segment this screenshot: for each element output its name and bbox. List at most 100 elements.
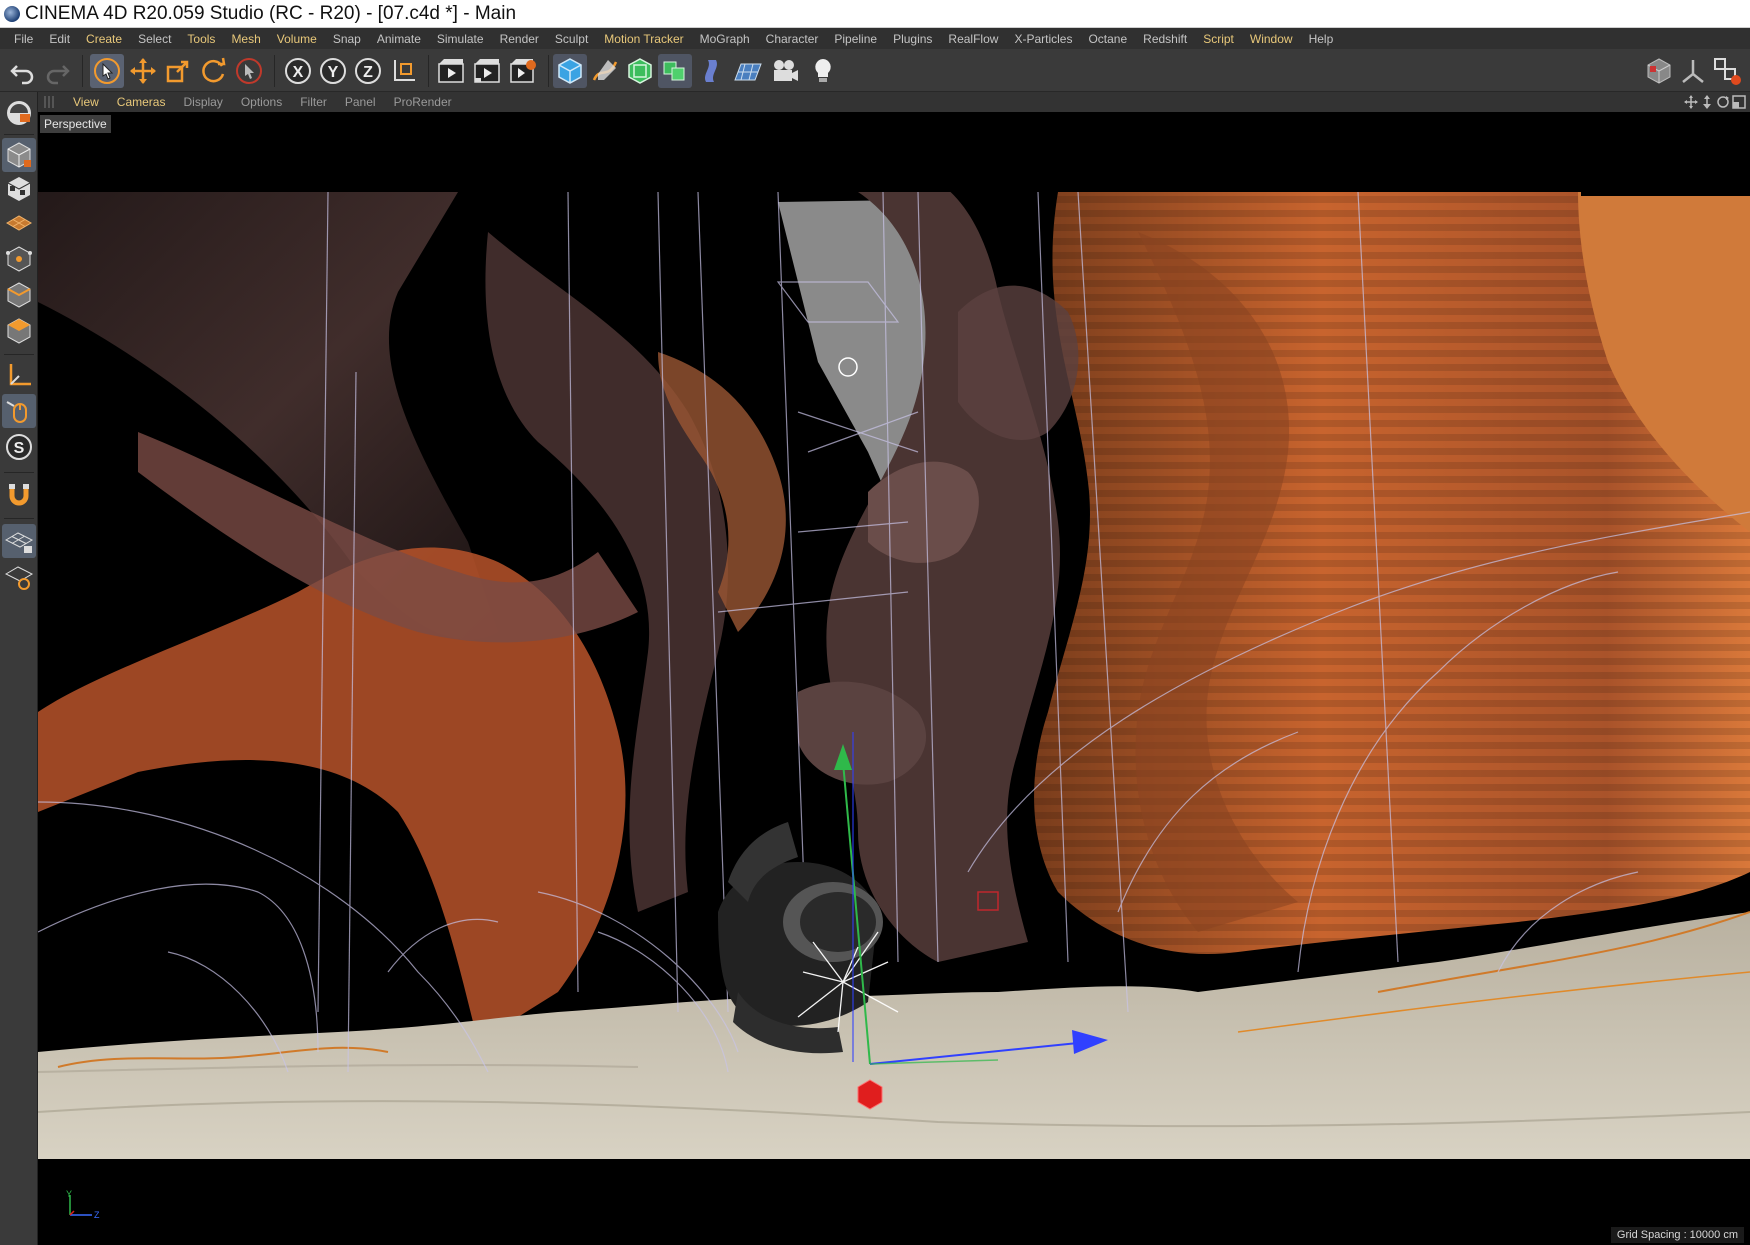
camera-label[interactable]: Perspective <box>40 115 111 133</box>
zoom-control[interactable] <box>1700 95 1714 109</box>
z-axis-lock-button[interactable]: Z <box>351 54 385 88</box>
move-icon <box>130 58 156 84</box>
texture-mode-button[interactable] <box>2 172 36 206</box>
menu-script[interactable]: Script <box>1195 32 1242 46</box>
polygons-mode-icon <box>7 318 31 344</box>
viewport-menu-cameras[interactable]: Cameras <box>108 95 175 109</box>
workplane-mode-icon <box>6 215 32 231</box>
maximize-control[interactable] <box>1732 95 1746 109</box>
polygons-mode-button[interactable] <box>2 314 36 348</box>
coordinate-system-button[interactable] <box>387 54 421 88</box>
menu-volume[interactable]: Volume <box>269 32 325 46</box>
menu-mograph[interactable]: MoGraph <box>692 32 758 46</box>
menu-plugins[interactable]: Plugins <box>885 32 940 46</box>
menu-select[interactable]: Select <box>130 32 179 46</box>
zoom-icon <box>1703 95 1711 109</box>
redo-button[interactable] <box>40 54 74 88</box>
svg-text:Z: Z <box>363 64 373 81</box>
enable-axis-button[interactable] <box>2 358 36 392</box>
tweak-mode-icon <box>6 401 27 423</box>
points-mode-button[interactable] <box>2 242 36 276</box>
edit-render-settings-button[interactable] <box>506 54 540 88</box>
pen-spline-button[interactable] <box>588 54 622 88</box>
menu-x-particles[interactable]: X-Particles <box>1006 32 1080 46</box>
grid-spacing-readout: Grid Spacing : 10000 cm <box>1610 1227 1744 1243</box>
tweak-mode-button[interactable] <box>2 394 36 428</box>
workplane-lock-button[interactable] <box>2 524 36 558</box>
menu-motion-tracker[interactable]: Motion Tracker <box>596 32 691 46</box>
workplane-align-icon <box>4 566 34 590</box>
move-button[interactable] <box>126 54 160 88</box>
snapping-button[interactable] <box>2 478 36 512</box>
viewport-menu-prorender[interactable]: ProRender <box>385 95 461 109</box>
scene-render[interactable] <box>38 112 1750 1245</box>
solo-mode-icon: S <box>6 434 32 460</box>
camera-icon <box>774 60 798 81</box>
menu-window[interactable]: Window <box>1242 32 1301 46</box>
live-selection-button[interactable] <box>90 54 124 88</box>
menu-character[interactable]: Character <box>758 32 827 46</box>
viewport-menu-view[interactable]: View <box>64 95 108 109</box>
letterbox-bottom <box>38 1159 1750 1245</box>
menu-snap[interactable]: Snap <box>325 32 369 46</box>
floor-button[interactable] <box>731 54 765 88</box>
viewport-grip-icon[interactable] <box>44 96 56 108</box>
viewport-menu-filter[interactable]: Filter <box>291 95 336 109</box>
orbit-icon <box>1717 96 1729 108</box>
menu-tools[interactable]: Tools <box>179 32 223 46</box>
pan-control[interactable] <box>1684 95 1698 109</box>
model-mode-button[interactable] <box>2 138 36 172</box>
menu-file[interactable]: File <box>6 32 41 46</box>
viewport-menu-display[interactable]: Display <box>174 95 231 109</box>
array-button[interactable] <box>658 54 692 88</box>
orbit-control[interactable] <box>1716 95 1730 109</box>
menu-pipeline[interactable]: Pipeline <box>826 32 885 46</box>
viewport-menu-panel[interactable]: Panel <box>336 95 385 109</box>
recent-tool-icon <box>236 58 262 84</box>
menu-octane[interactable]: Octane <box>1080 32 1135 46</box>
render-picture-viewer-button[interactable] <box>470 54 504 88</box>
make-editable-button[interactable] <box>2 96 36 130</box>
menu-animate[interactable]: Animate <box>369 32 429 46</box>
menu-edit[interactable]: Edit <box>41 32 78 46</box>
menu-redshift[interactable]: Redshift <box>1135 32 1195 46</box>
y-axis-lock-button[interactable]: Y <box>316 54 350 88</box>
workplane-align-button[interactable] <box>2 560 36 594</box>
menu-help[interactable]: Help <box>1301 32 1342 46</box>
recent-tool-button[interactable] <box>232 54 266 88</box>
z-axis-lock-icon: Z <box>355 58 381 84</box>
solo-mode-button[interactable]: S <box>2 430 36 464</box>
cube-button[interactable] <box>553 54 587 88</box>
rotate-icon <box>202 57 226 83</box>
snap-button[interactable] <box>1676 54 1710 88</box>
model-mode-icon <box>7 142 31 168</box>
light-button[interactable] <box>806 54 840 88</box>
svg-text:S: S <box>14 440 25 457</box>
undo-button[interactable] <box>6 54 40 88</box>
menu-realflow[interactable]: RealFlow <box>940 32 1006 46</box>
menu-simulate[interactable]: Simulate <box>429 32 492 46</box>
workplane-mode-button[interactable] <box>2 206 36 240</box>
x-axis-lock-button[interactable]: X <box>281 54 315 88</box>
subdivision-surface-button[interactable] <box>623 54 657 88</box>
render-view-button[interactable] <box>434 54 468 88</box>
viewport-menu-bar: View Cameras Display Options Filter Panel ProR… <box>38 92 1750 112</box>
viewport-menu-options[interactable]: Options <box>232 95 291 109</box>
x-axis-lock-icon: X <box>285 58 311 84</box>
axis-triad-icon: Y Z <box>66 1189 100 1220</box>
camera-button[interactable] <box>768 54 802 88</box>
deformer-button[interactable] <box>696 54 730 88</box>
rotate-button[interactable] <box>196 54 230 88</box>
scale-button[interactable] <box>161 54 195 88</box>
svg-text:Y: Y <box>328 64 339 81</box>
workplane-button[interactable] <box>1710 54 1744 88</box>
menu-create[interactable]: Create <box>78 32 130 46</box>
menu-render[interactable]: Render <box>492 32 547 46</box>
viewport-perspective[interactable]: Perspective Y Z Grid Spacing : 10000 cm <box>38 112 1750 1245</box>
menu-mesh[interactable]: Mesh <box>223 32 268 46</box>
edges-mode-button[interactable] <box>2 278 36 312</box>
coordinate-system-icon <box>394 60 415 81</box>
menu-sculpt[interactable]: Sculpt <box>547 32 596 46</box>
layout-button[interactable] <box>1642 54 1676 88</box>
array-icon <box>663 61 685 81</box>
